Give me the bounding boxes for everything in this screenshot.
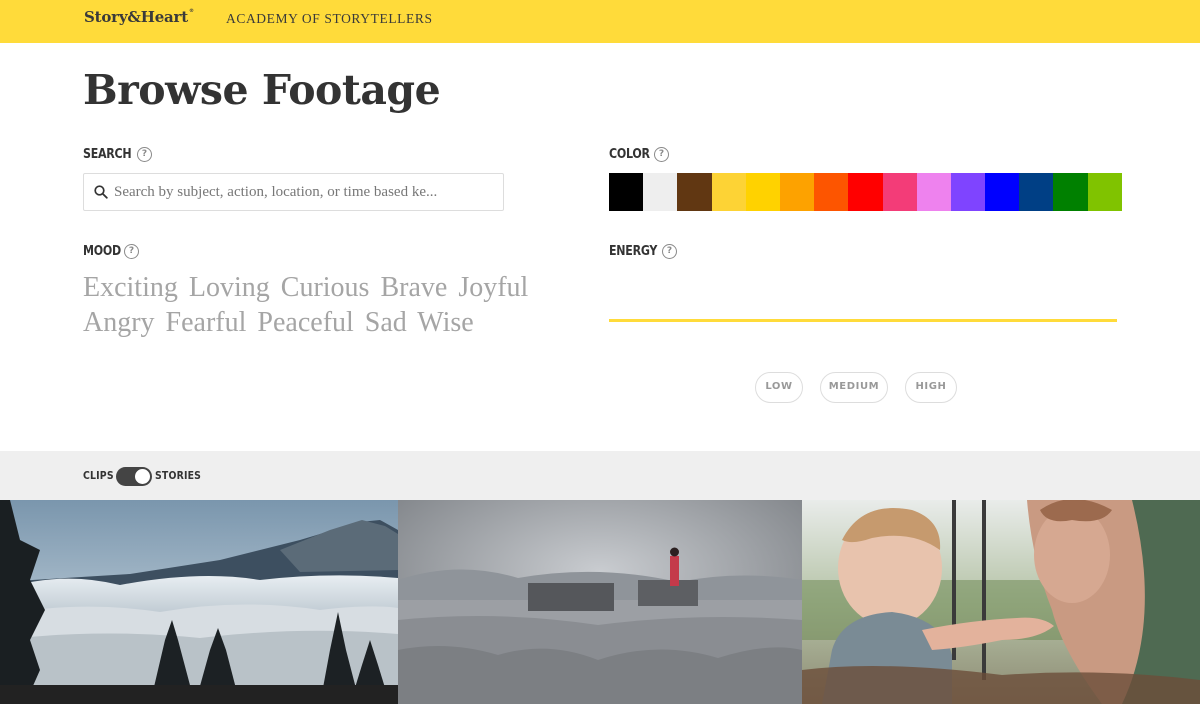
footage-thumbnail-field[interactable] xyxy=(398,500,802,704)
view-toggle-bar: CLIPS STORIES xyxy=(0,451,1200,500)
baby-image xyxy=(802,500,1200,704)
mood-option[interactable]: Angry xyxy=(83,307,155,338)
toggle-knob xyxy=(135,469,150,484)
color-swatch[interactable] xyxy=(1019,173,1054,211)
mood-help-icon[interactable]: ? xyxy=(124,244,139,259)
mood-option[interactable]: Peaceful xyxy=(257,307,353,338)
color-swatch[interactable] xyxy=(916,173,951,211)
search-box xyxy=(83,173,504,211)
mood-option[interactable]: Joyful xyxy=(458,272,528,303)
footage-thumbnail-mountain[interactable] xyxy=(0,500,398,704)
nav-link-academy[interactable]: ACADEMY OF STORYTELLERS xyxy=(226,11,433,27)
color-swatch[interactable] xyxy=(882,173,917,211)
mood-option[interactable]: Loving xyxy=(189,272,270,303)
color-swatch[interactable] xyxy=(745,173,780,211)
energy-low-button[interactable]: LOW xyxy=(755,372,803,403)
color-label: COLOR xyxy=(609,147,650,162)
color-swatch[interactable] xyxy=(1053,173,1088,211)
color-help-icon[interactable]: ? xyxy=(654,147,669,162)
field-image xyxy=(398,500,802,704)
search-label: SEARCH xyxy=(83,147,132,162)
energy-slider-track[interactable] xyxy=(609,319,1117,322)
color-swatches xyxy=(609,173,1122,211)
color-swatch[interactable] xyxy=(814,173,849,211)
energy-help-icon[interactable]: ? xyxy=(662,244,677,259)
color-swatch[interactable] xyxy=(1087,173,1122,211)
search-help-icon[interactable]: ? xyxy=(137,147,152,162)
stories-label[interactable]: STORIES xyxy=(155,469,201,482)
mood-option[interactable]: Wise xyxy=(417,307,473,338)
mood-option[interactable]: Sad xyxy=(365,307,407,338)
color-swatch[interactable] xyxy=(950,173,986,211)
mood-label: MOOD xyxy=(83,244,121,259)
mood-options: Exciting Loving Curious Brave Joyful Ang… xyxy=(83,270,583,340)
site-logo[interactable]: Story&Heart® xyxy=(84,8,194,26)
clips-stories-toggle[interactable] xyxy=(116,467,152,486)
mood-option[interactable]: Fearful xyxy=(166,307,247,338)
color-swatch[interactable] xyxy=(779,173,815,211)
mountain-image xyxy=(0,500,398,704)
search-input[interactable] xyxy=(114,175,499,209)
energy-label: ENERGY xyxy=(609,244,658,259)
color-swatch[interactable] xyxy=(677,173,712,211)
color-swatch[interactable] xyxy=(643,173,678,211)
search-icon xyxy=(94,185,108,199)
mood-option[interactable]: Brave xyxy=(380,272,447,303)
color-swatch[interactable] xyxy=(609,173,644,211)
color-swatch[interactable] xyxy=(848,173,883,211)
color-swatch[interactable] xyxy=(985,173,1020,211)
energy-high-button[interactable]: HIGH xyxy=(905,372,957,403)
top-bar: Story&Heart® ACADEMY OF STORYTELLERS xyxy=(0,0,1200,43)
clips-label[interactable]: CLIPS xyxy=(83,469,114,482)
mood-option[interactable]: Curious xyxy=(281,272,370,303)
footage-thumbnail-baby[interactable] xyxy=(802,500,1200,704)
energy-medium-button[interactable]: MEDIUM xyxy=(820,372,888,403)
mood-option[interactable]: Exciting xyxy=(83,272,178,303)
color-swatch[interactable] xyxy=(711,173,746,211)
page-title: Browse Footage xyxy=(83,66,441,114)
